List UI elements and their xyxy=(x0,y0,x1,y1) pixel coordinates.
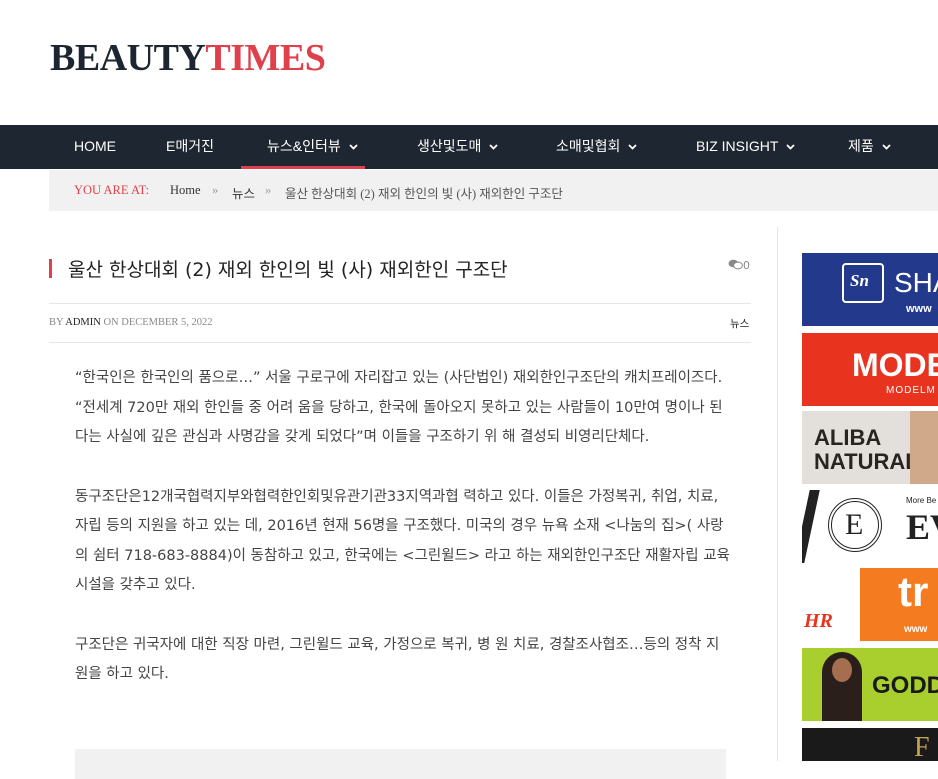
ad-photo xyxy=(910,411,938,484)
meta-on: ON xyxy=(103,317,119,328)
author-link[interactable]: ADMIN xyxy=(65,317,101,328)
title-accent-bar xyxy=(49,259,52,278)
ad-orange-panel: tr www xyxy=(860,568,938,641)
chevron-down-icon xyxy=(786,144,796,150)
ad-text: F xyxy=(914,732,930,761)
paragraph: “한국인은 한국인의 품으로…” 서울 구로구에 자리잡고 있는 (사단법인) … xyxy=(75,370,723,445)
chevron-down-icon xyxy=(628,144,638,150)
post-meta: BY ADMIN ON DECEMBER 5, 2022 xyxy=(49,317,213,328)
logo-part-times: TIMES xyxy=(205,37,326,79)
nav-label: 소매및협회 xyxy=(556,138,621,154)
site-logo[interactable]: BEAUTYTIMES xyxy=(50,36,326,80)
meta-by: BY xyxy=(49,317,64,328)
ad-emblem-icon: E xyxy=(828,498,882,552)
chevron-down-icon xyxy=(882,144,891,150)
ad-text: EV xyxy=(906,507,938,547)
sidebar-ad-tr[interactable]: HR tr www xyxy=(802,568,938,641)
ad-logo-icon: Sn xyxy=(842,263,884,303)
nav-label: 제품 xyxy=(848,138,874,154)
nav-item-news-interview[interactable]: 뉴스&인터뷰 xyxy=(241,125,365,169)
sidebar-ad-ev[interactable]: E More Be EV xyxy=(802,490,938,563)
ad-subtext: MODELM xyxy=(886,385,936,396)
post-date: DECEMBER 5, 2022 xyxy=(121,317,213,328)
divider xyxy=(49,342,751,343)
logo-part-beauty: BEAUTY xyxy=(50,37,206,79)
ad-mark: HR xyxy=(804,610,833,632)
paragraph: 동구조단은12개국협력지부와협력한인회및유관기관33지역과협 력하고 있다. 이… xyxy=(75,488,730,594)
paragraph: 구조단은 귀국자에 대한 직장 마련, 그린윌드 교육, 가정으로 복귀, 병 … xyxy=(75,636,720,683)
ad-text: SHA xyxy=(894,267,938,298)
sidebar-divider xyxy=(777,227,778,761)
nav-item-biz-insight[interactable]: BIZ INSIGHT xyxy=(696,125,796,169)
nav-item-retail[interactable]: 소매및협회 xyxy=(556,125,638,169)
nav-label: E매거진 xyxy=(166,138,214,154)
ad-text: MODE xyxy=(852,347,938,383)
ad-tagline: More Be xyxy=(906,496,937,505)
comment-count: 0 xyxy=(743,259,750,272)
ad-text-2: NATURAL xyxy=(814,449,919,474)
breadcrumb-news-link[interactable]: 뉴스 xyxy=(232,183,255,202)
breadcrumb-separator: » xyxy=(265,183,272,197)
nav-label: 생산및도매 xyxy=(417,138,482,154)
article-title: 울산 한상대회 (2) 재외 한인의 빛 (사) 재외한인 구조단 xyxy=(68,259,508,281)
ad-subtext: www xyxy=(904,624,928,635)
article-body: “한국인은 한국인의 품으로…” 서울 구로구에 자리잡고 있는 (사단법인) … xyxy=(75,364,730,720)
category-link[interactable]: 뉴스 xyxy=(730,316,749,331)
ad-text: GODD xyxy=(872,672,938,699)
main-nav: HOME E매거진 뉴스&인터뷰 생산및도매 소매및협회 BIZ INSIGHT… xyxy=(0,125,938,169)
nav-item-emagazine[interactable]: E매거진 xyxy=(166,125,214,169)
nav-item-products[interactable]: 제품 xyxy=(848,125,891,169)
nav-label: BIZ INSIGHT xyxy=(696,138,779,154)
nav-item-production[interactable]: 생산및도매 xyxy=(417,125,499,169)
comments-link[interactable]: 0 xyxy=(728,259,750,272)
breadcrumb: YOU ARE AT: Home » 뉴스 » 울산 한상대회 (2) 재외 한… xyxy=(49,170,938,211)
ad-text: ALIBA xyxy=(814,425,882,450)
ad-model-face xyxy=(832,658,852,682)
sidebar-ad-aliba[interactable]: ALIBA NATURAL xyxy=(802,411,938,484)
nav-item-home[interactable]: HOME xyxy=(74,125,116,169)
ad-text: tr xyxy=(898,568,929,615)
sidebar-ad-goddess[interactable]: GODD xyxy=(802,648,938,721)
breadcrumb-prefix: YOU ARE AT: xyxy=(74,183,150,197)
divider xyxy=(49,303,751,304)
comment-bubbles-icon xyxy=(728,259,743,270)
blockquote-box xyxy=(75,749,726,779)
sidebar-ad-dark[interactable]: F xyxy=(802,728,938,761)
nav-label: 뉴스&인터뷰 xyxy=(267,138,341,154)
chevron-down-icon xyxy=(489,144,499,150)
nav-label: HOME xyxy=(74,138,116,154)
breadcrumb-current: 울산 한상대회 (2) 재외 한인의 빛 (사) 재외한인 구조단 xyxy=(285,187,563,201)
ad-subtext: www xyxy=(906,303,932,315)
sidebar-ad-sha[interactable]: Sn SHA www xyxy=(802,253,938,326)
ad-stripe xyxy=(802,490,820,563)
chevron-down-icon xyxy=(349,144,358,150)
breadcrumb-home-link[interactable]: Home xyxy=(170,183,201,198)
breadcrumb-separator: » xyxy=(212,183,219,197)
sidebar-ad-model[interactable]: MODE MODELM xyxy=(802,333,938,406)
